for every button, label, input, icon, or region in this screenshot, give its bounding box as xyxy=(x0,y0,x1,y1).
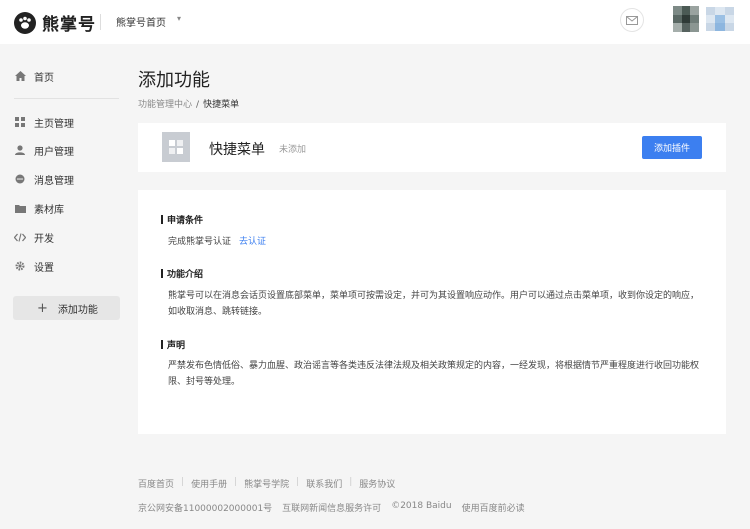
message-icon xyxy=(14,173,26,185)
logo[interactable]: 熊掌号 xyxy=(14,10,96,35)
quick-menu-icon xyxy=(162,132,190,162)
sidebar-item-label: 消息管理 xyxy=(34,175,74,187)
section-marker xyxy=(161,215,163,224)
sidebar-item-label: 素材库 xyxy=(34,204,64,216)
sidebar-item-label: 用户管理 xyxy=(34,146,74,158)
sidebar-item-label: 开发 xyxy=(34,233,54,245)
section-marker xyxy=(161,340,163,349)
add-function-label: 添加功能 xyxy=(57,304,98,316)
sidebar-item-home[interactable]: 首页 xyxy=(14,68,54,84)
footer-license[interactable]: 互联网新闻信息服务许可 xyxy=(282,501,381,514)
sidebar-item-homepage-manage[interactable]: 主页管理 xyxy=(14,114,74,130)
folder-icon xyxy=(14,202,26,214)
sidebar-item-develop[interactable]: 开发 xyxy=(14,229,54,245)
sidebar-item-label: 设置 xyxy=(34,262,54,274)
account-switcher[interactable]: 熊掌号首页 xyxy=(116,14,166,29)
feature-name: 快捷菜单 xyxy=(209,142,265,158)
footer-read-before[interactable]: 使用百度前必读 xyxy=(462,501,525,514)
footer-link-agreement[interactable]: 服务协议 xyxy=(359,477,395,490)
footer-divider: | xyxy=(296,477,300,487)
page-title: 添加功能 xyxy=(138,70,210,91)
intro-text: 熊掌号可以在消息会话页设置底部菜单，菜单项可按需设定，并可为其设置响应动作。用户… xyxy=(168,291,700,317)
footer-divider: | xyxy=(234,477,238,487)
section-title-requirement: 申请条件 xyxy=(161,213,203,226)
grid-icon xyxy=(14,116,26,128)
sidebar-item-materials[interactable]: 素材库 xyxy=(14,200,64,216)
breadcrumb-separator: / xyxy=(196,100,200,110)
chevron-down-icon[interactable]: ▾ xyxy=(177,14,181,23)
footer-link-manual[interactable]: 使用手册 xyxy=(191,477,227,490)
footer-icp[interactable]: 京公网安备11000002000001号 xyxy=(138,501,272,514)
footer-link-baidu-home[interactable]: 百度首页 xyxy=(138,477,174,490)
footer-links: 百度首页 | 使用手册 | 熊掌号学院 | 联系我们 | 服务协议 xyxy=(138,477,395,490)
breadcrumb: 功能管理中心 / 快捷菜单 xyxy=(138,97,239,110)
footer-copyright: 京公网安备11000002000001号 互联网新闻信息服务许可 ©2018 B… xyxy=(138,501,535,514)
footer-link-contact[interactable]: 联系我们 xyxy=(306,477,342,490)
footer-link-academy[interactable]: 熊掌号学院 xyxy=(244,477,289,490)
user-icon xyxy=(14,144,26,156)
mail-icon xyxy=(626,15,638,25)
requirement-value: 完成熊掌号认证 xyxy=(168,237,232,247)
sidebar-item-messages[interactable]: 消息管理 xyxy=(14,171,74,187)
home-icon xyxy=(14,70,26,82)
footer-divider: | xyxy=(349,477,353,487)
gear-icon xyxy=(14,260,26,272)
paw-logo-icon xyxy=(14,11,36,34)
code-icon xyxy=(14,231,26,243)
avatar[interactable] xyxy=(673,6,699,32)
plus-icon: + xyxy=(37,300,48,316)
breadcrumb-current: 快捷菜单 xyxy=(203,100,240,110)
sidebar-item-label: 首页 xyxy=(34,72,54,84)
add-plugin-button[interactable]: 添加插件 xyxy=(642,136,702,159)
sidebar-item-users[interactable]: 用户管理 xyxy=(14,142,74,158)
breadcrumb-parent[interactable]: 功能管理中心 xyxy=(138,100,192,110)
section-title-statement: 声明 xyxy=(161,338,185,351)
requirement-text: 完成熊掌号认证 去认证 xyxy=(168,234,702,250)
top-header: 熊掌号 熊掌号首页 ▾ xyxy=(0,0,750,44)
feature-detail-card: 申请条件 完成熊掌号认证 去认证 功能介绍 熊掌号可以在消息会话页设置底部菜单，菜… xyxy=(138,190,726,434)
footer-copyright-text: ©2018 Baidu xyxy=(391,501,452,511)
status-badge: 未添加 xyxy=(279,145,307,155)
section-title-intro: 功能介绍 xyxy=(161,267,203,280)
section-marker xyxy=(161,269,163,278)
username-obscured[interactable] xyxy=(706,7,734,31)
sidebar-item-label: 主页管理 xyxy=(34,118,74,130)
verify-link[interactable]: 去认证 xyxy=(239,237,266,247)
sidebar-item-settings[interactable]: 设置 xyxy=(14,258,54,274)
logo-text: 熊掌号 xyxy=(42,15,96,35)
footer-divider: | xyxy=(181,477,185,487)
add-function-button[interactable]: + 添加功能 xyxy=(13,296,120,320)
sidebar-divider xyxy=(14,98,119,99)
header-divider xyxy=(100,14,101,30)
feature-header-card: 快捷菜单 未添加 添加插件 xyxy=(138,123,726,172)
mail-button[interactable] xyxy=(620,8,644,32)
statement-text: 严禁发布色情低俗、暴力血腥、政治谣言等各类违反法律法规及相关政策规定的内容，一经… xyxy=(168,361,700,387)
